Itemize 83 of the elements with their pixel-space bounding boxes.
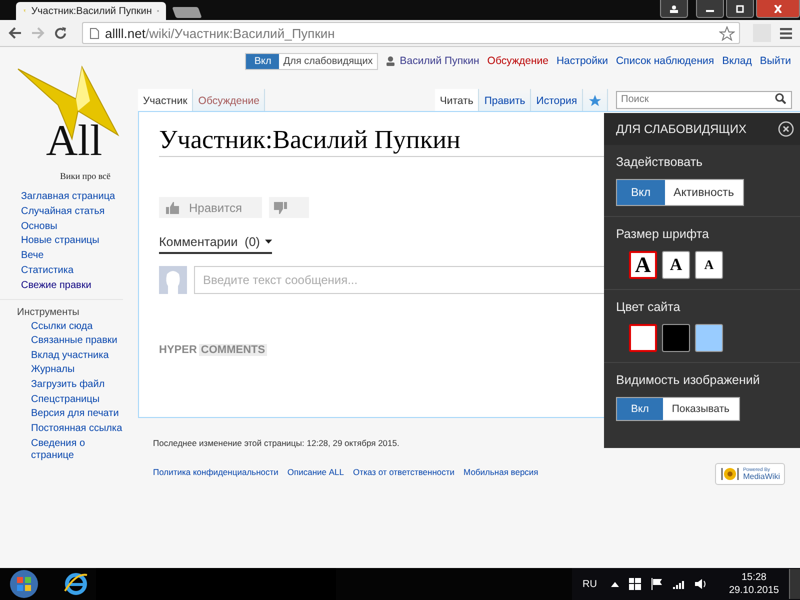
sidebar-link[interactable]: Основы <box>21 220 123 234</box>
menu-icon[interactable] <box>780 28 792 38</box>
color-swatch[interactable] <box>662 324 690 352</box>
section-title: Видимость изображений <box>616 373 761 387</box>
restore-icon[interactable] <box>726 0 754 18</box>
dislike-button[interactable] <box>268 197 309 218</box>
namespace-tab[interactable]: Участник <box>138 89 194 111</box>
view-tab[interactable]: История <box>531 89 583 111</box>
logo-text[interactable]: All <box>46 119 102 163</box>
view-tab[interactable]: Править <box>479 89 532 111</box>
comment-field[interactable]: Введите текст сообщения... <box>194 266 604 294</box>
toggle-option[interactable]: Вкл <box>617 180 665 205</box>
sidebar-link[interactable]: Ссылки сюда <box>31 320 138 334</box>
sidebar-link[interactable]: Постоянная ссылка <box>31 422 138 436</box>
thumbs-up-icon <box>166 202 179 214</box>
caret-icon[interactable] <box>610 582 619 586</box>
toggle-option[interactable]: Показывать <box>662 398 738 420</box>
tab-title: Участник:Василий Пупкин <box>31 6 152 16</box>
footer-link[interactable]: Отказ от ответственности <box>353 467 455 477</box>
sidebar-link[interactable]: Сведения о странице <box>31 438 91 462</box>
back-icon[interactable] <box>8 27 22 39</box>
sidebar-link[interactable]: Вече <box>21 249 123 264</box>
sidebar-link[interactable]: Журналы <box>31 363 138 378</box>
font-size-option[interactable]: A <box>695 251 723 279</box>
close-icon[interactable] <box>756 0 800 18</box>
language-indicator[interactable]: RU <box>582 578 597 590</box>
sidebar-link[interactable]: Спецстраницы <box>31 392 138 408</box>
user-menu-link[interactable]: Настройки <box>556 55 608 67</box>
user-menu-link[interactable]: Вклад <box>722 55 752 67</box>
user-menu-link[interactable]: Обсуждение <box>487 55 548 67</box>
user-icon <box>386 56 395 66</box>
windows-icon[interactable] <box>628 578 641 590</box>
user-icon[interactable] <box>660 0 688 18</box>
section-title: Задействовать <box>616 155 704 169</box>
accessibility-on-button[interactable]: Вкл <box>246 54 280 68</box>
browser-tab[interactable]: Участник:Василий Пупкин <box>16 2 166 20</box>
user-menu-link[interactable]: Список наблюдения <box>616 55 714 67</box>
sidebar-link[interactable]: Загрузить файл <box>31 378 138 393</box>
sidebar-link[interactable]: Версия для печати <box>31 407 138 422</box>
font-size-option[interactable]: A <box>662 251 690 279</box>
user-menu-link[interactable]: Василий Пупкин <box>400 55 480 67</box>
logo-tagline: Вики про всё <box>60 171 111 181</box>
section-title: Размер шрифта <box>616 227 710 241</box>
avatar-icon <box>159 266 187 294</box>
footer-link[interactable]: Описание ALL <box>287 467 344 477</box>
minimize-icon[interactable] <box>696 0 724 18</box>
comments-heading[interactable]: Комментарии (0) <box>159 235 260 249</box>
thumbs-down-icon <box>274 202 287 214</box>
toggle-option[interactable]: Активность <box>664 180 743 205</box>
footer-link[interactable]: Политика конфиденциальности <box>153 467 278 477</box>
caret-icon[interactable] <box>264 239 272 245</box>
color-swatch[interactable] <box>695 324 723 352</box>
namespace-tab[interactable]: Обсуждение <box>193 89 266 111</box>
user-menu-link[interactable]: Выйти <box>760 55 791 67</box>
footer-link[interactable]: Мобильная версия <box>464 467 538 477</box>
clock[interactable]: 15:28 29.10.2015 <box>728 571 779 597</box>
font-size-option[interactable]: A <box>629 251 657 279</box>
sidebar-link[interactable]: Новые страницы <box>21 234 123 250</box>
page-icon <box>90 28 99 38</box>
section-title: Цвет сайта <box>616 300 682 314</box>
sidebar-link[interactable]: Вклад участника <box>31 348 138 364</box>
speaker-icon[interactable] <box>694 578 707 590</box>
close-icon[interactable] <box>778 121 794 137</box>
new-tab-button[interactable] <box>172 7 202 18</box>
reload-icon[interactable] <box>54 26 67 40</box>
flag-icon[interactable] <box>650 578 663 590</box>
sidebar-link[interactable]: Статистика <box>21 264 123 279</box>
signal-icon[interactable] <box>672 579 685 589</box>
last-modified-text: Последнее изменение этой страницы: 12:28, 29 октября 2015. <box>153 438 400 448</box>
toggle-option[interactable]: Вкл <box>617 398 663 420</box>
view-tab[interactable]: Читать <box>434 89 480 111</box>
star-icon[interactable] <box>588 94 602 106</box>
address-bar[interactable]: allll.net/wiki/Участник:Василий_Пупкин <box>82 22 740 44</box>
sidebar-link[interactable]: Заглавная страница <box>21 190 123 205</box>
search-icon[interactable] <box>775 93 786 104</box>
sidebar-link[interactable]: Свежие правки <box>21 278 123 294</box>
search-field[interactable]: Поиск <box>616 90 792 108</box>
sidebar-link[interactable]: Случайная статья <box>21 204 123 220</box>
sidebar-link[interactable]: Связанные правки <box>31 334 138 349</box>
star-icon[interactable] <box>719 26 735 40</box>
accessibility-button[interactable]: Для слабовидящих <box>279 54 377 68</box>
color-swatch[interactable] <box>629 324 657 352</box>
sidebar-heading: Инструменты <box>17 306 80 320</box>
